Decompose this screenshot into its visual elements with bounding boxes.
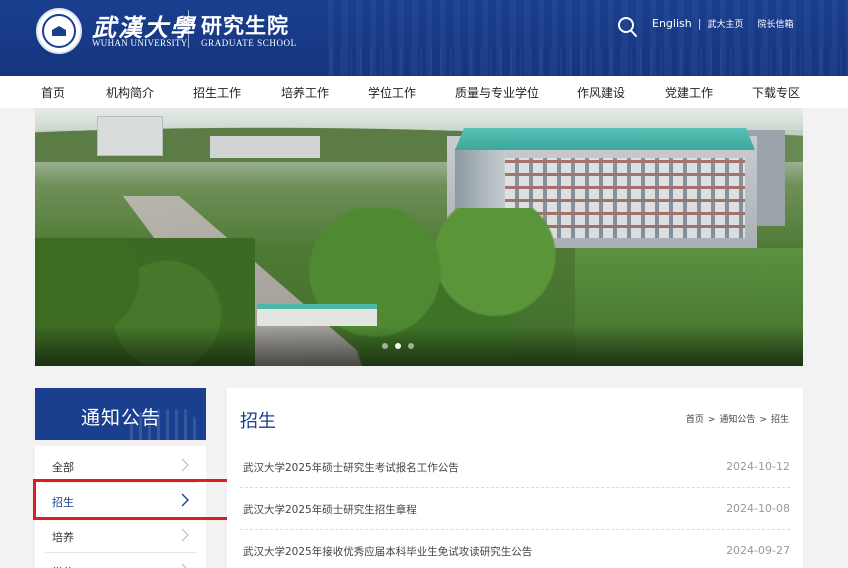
chevron-right-icon: [181, 458, 189, 472]
nav-item-degree[interactable]: 学位工作: [368, 84, 416, 101]
notice-title[interactable]: 武汉大学2025年接收优秀应届本科毕业生免试攻读研究生公告: [243, 544, 532, 559]
banner-pagination: [382, 343, 414, 349]
notice-row[interactable]: 武汉大学2025年硕士研究生招生章程 2024-10-08: [240, 488, 790, 530]
notice-row[interactable]: 武汉大学2025年接收优秀应届本科毕业生免试攻读研究生公告 2024-09-27: [240, 530, 790, 568]
site-header: 武漢大學 WUHAN UNIVERSITY 研究生院 GRADUATE SCHO…: [0, 0, 848, 76]
whu-home-link[interactable]: 武大主页: [707, 17, 743, 30]
banner-dot-1[interactable]: [382, 343, 388, 349]
sidebar-item-all[interactable]: 全部: [45, 448, 197, 483]
nav-item-home[interactable]: 首页: [41, 84, 65, 101]
nav-item-conduct[interactable]: 作风建设: [577, 84, 625, 101]
chevron-right-icon: [181, 493, 189, 507]
nav-item-party[interactable]: 党建工作: [665, 84, 713, 101]
notice-list-panel: 招生 首页 > 通知公告 > 招生 武汉大学2025年硕士研究生考试报名工作公告 202…: [227, 388, 803, 568]
breadcrumb-current: 招生: [770, 415, 789, 425]
sidebar-item-admission[interactable]: 招生: [45, 483, 197, 518]
dean-mailbox-link[interactable]: 院长信箱: [757, 17, 793, 30]
nav-item-training[interactable]: 培养工作: [281, 84, 329, 101]
banner-dot-3[interactable]: [408, 343, 414, 349]
notice-row[interactable]: 武汉大学2025年硕士研究生考试报名工作公告 2024-10-12: [240, 446, 790, 488]
main-nav: 首页 机构简介 招生工作 培养工作 学位工作 质量与专业学位 作风建设 党建工作…: [0, 76, 848, 108]
notice-date: 2024-09-27: [726, 544, 790, 557]
search-icon[interactable]: [617, 16, 637, 38]
link-separator: |: [697, 17, 702, 30]
sidebar-item-degree[interactable]: 学位: [45, 553, 197, 568]
page-title: 招生: [240, 411, 276, 432]
campus-banner-image[interactable]: [35, 108, 803, 366]
university-name-en: WUHAN UNIVERSITY: [92, 38, 188, 48]
school-name-en: GRADUATE SCHOOL: [201, 38, 297, 48]
school-name-cn: 研究生院: [201, 13, 289, 38]
notice-title[interactable]: 武汉大学2025年硕士研究生考试报名工作公告: [243, 460, 459, 475]
sidebar-menu: 全部 招生 培养 学位: [35, 446, 206, 568]
notice-date: 2024-10-12: [726, 460, 790, 473]
notice-title[interactable]: 武汉大学2025年硕士研究生招生章程: [243, 502, 417, 517]
sidebar-item-label: 招生: [52, 496, 74, 509]
nav-item-admission[interactable]: 招生工作: [193, 84, 241, 101]
sidebar-title: 通知公告: [35, 388, 206, 440]
chevron-right-icon: [181, 528, 189, 542]
nav-item-downloads[interactable]: 下载专区: [752, 84, 800, 101]
english-link[interactable]: English: [652, 17, 692, 30]
header-decoration-lower: [330, 48, 848, 76]
breadcrumb: 首页 > 通知公告 > 招生: [685, 415, 789, 425]
sidebar-item-label: 全部: [52, 461, 74, 474]
sidebar-item-label: 学位: [52, 564, 74, 568]
nav-item-quality[interactable]: 质量与专业学位: [455, 84, 539, 101]
university-emblem-icon[interactable]: [36, 8, 82, 54]
header-links: English | 武大主页 院长信箱: [652, 17, 793, 30]
breadcrumb-notices[interactable]: 通知公告: [719, 415, 755, 425]
sidebar-title-text: 通知公告: [81, 407, 162, 429]
banner-dot-2[interactable]: [395, 343, 401, 349]
sidebar-item-training[interactable]: 培养: [45, 518, 197, 553]
sidebar-item-label: 培养: [52, 531, 74, 544]
breadcrumb-home[interactable]: 首页: [686, 415, 704, 425]
chevron-right-icon: [181, 563, 187, 568]
nav-item-about[interactable]: 机构简介: [106, 84, 154, 101]
notice-date: 2024-10-08: [726, 502, 790, 515]
header-divider: [188, 10, 189, 48]
